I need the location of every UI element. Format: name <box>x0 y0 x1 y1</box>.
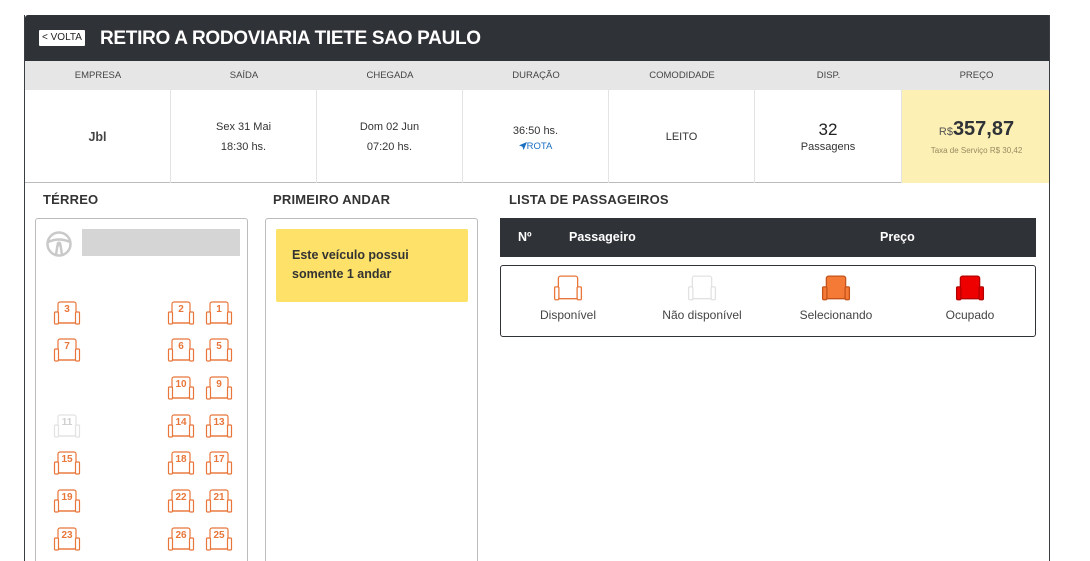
legend-item: Disponível <box>501 274 635 322</box>
availability-count: 32 <box>818 119 838 139</box>
col-duracao: DURAÇÃO <box>512 70 560 81</box>
route-label: ROTA <box>526 140 553 152</box>
arrival-cell: Dom 02 Jun 07:20 hs. <box>317 90 463 183</box>
steering-wheel-icon <box>46 231 72 257</box>
seat-7[interactable]: 7 <box>53 337 81 365</box>
section-primeiro-andar: PRIMEIRO ANDAR <box>273 192 391 207</box>
seat-icon <box>769 274 903 304</box>
seat-22[interactable]: 22 <box>167 488 195 516</box>
seat-11: 11 <box>53 413 81 441</box>
seat-17[interactable]: 17 <box>205 450 233 478</box>
legend-label: Disponível <box>539 308 597 322</box>
price: R$357,87 <box>939 116 1014 145</box>
arrival-time: 07:20 hs. <box>366 140 413 153</box>
departure-date: Sex 31 Mai <box>215 120 272 133</box>
seat-map-terreo: 3 2 1 7 6 5 10 9 11 14 13 15 18 17 19 22 21 23 26 25 <box>35 218 248 561</box>
col-disp: DISP. <box>816 70 841 81</box>
seat-1[interactable]: 1 <box>205 300 233 328</box>
col-preco: PREÇO <box>959 70 994 81</box>
departure-time: 18:30 hs. <box>220 140 267 153</box>
single-deck-notice: Este veículo possui somente 1 andar <box>276 229 468 302</box>
seat-5[interactable]: 5 <box>205 337 233 365</box>
arrival-date: Dom 02 Jun <box>359 120 420 133</box>
seat-10[interactable]: 10 <box>167 375 195 403</box>
page-title: RETIRO A RODOVIARIA TIETE SAO PAULO <box>100 28 481 49</box>
legend-label: Não disponível <box>662 308 742 322</box>
departure-cell: Sex 31 Mai 18:30 hs. <box>171 90 317 183</box>
seat-number: 6 <box>178 341 184 352</box>
seat-legend: Disponível Não disponível Selecionando Ocup… <box>500 265 1036 337</box>
col-chegada: CHEGADA <box>366 70 414 81</box>
seat-2[interactable]: 2 <box>167 300 195 328</box>
col-empresa: EMPRESA <box>74 70 122 81</box>
availability-cell: 32 Passagens <box>755 90 902 183</box>
passenger-list-header: Nº Passageiro Preço <box>500 218 1036 257</box>
seat-number: 26 <box>175 530 187 541</box>
seat-number: 3 <box>64 304 70 315</box>
col-comodidade: COMODIDADE <box>649 70 715 81</box>
price-value: 357,87 <box>952 118 1015 140</box>
route-link[interactable]: ROTA <box>518 140 553 153</box>
column-headers: EMPRESA SAÍDA CHEGADA DURAÇÃO COMODIDADE… <box>25 61 1049 90</box>
seat-icon <box>903 274 1037 304</box>
duration-value: 36:50 hs. <box>512 124 559 137</box>
seat-21[interactable]: 21 <box>205 488 233 516</box>
price-currency: R$ <box>938 126 953 138</box>
section-passenger-list: LISTA DE PASSAGEIROS <box>509 192 669 207</box>
title-bar: < VOLTA RETIRO A RODOVIARIA TIETE SAO PA… <box>25 15 1049 61</box>
seat-9[interactable]: 9 <box>205 375 233 403</box>
service-fee: Taxa de Serviço R$ 30,42 <box>930 146 1023 155</box>
back-button[interactable]: < VOLTA <box>39 30 85 46</box>
seat-19[interactable]: 19 <box>53 488 81 516</box>
legend-item: Não disponível <box>635 274 769 322</box>
seat-icon <box>501 274 635 304</box>
header-passenger: Passageiro <box>569 230 636 244</box>
seat-15[interactable]: 15 <box>53 450 81 478</box>
seat-number: 14 <box>175 417 187 428</box>
legend-label: Selecionando <box>799 308 873 322</box>
seat-13[interactable]: 13 <box>205 413 233 441</box>
seat-map-primeiro-andar: Este veículo possui somente 1 andar <box>265 218 478 561</box>
seat-icon <box>635 274 769 304</box>
seat-number: 2 <box>178 304 184 315</box>
seat-number: 17 <box>213 454 225 465</box>
seat-number: 5 <box>216 341 222 352</box>
seat-26[interactable]: 26 <box>167 526 195 554</box>
driver-area <box>82 229 240 256</box>
seat-3[interactable]: 3 <box>53 300 81 328</box>
seat-6[interactable]: 6 <box>167 337 195 365</box>
legend-label: Ocupado <box>945 308 995 322</box>
amenity-value: LEITO <box>609 90 755 183</box>
section-terreo: TÉRREO <box>43 192 99 207</box>
seat-number: 22 <box>175 492 187 503</box>
seat-number: 7 <box>64 341 70 352</box>
col-saida: SAÍDA <box>229 70 259 81</box>
duration-cell: 36:50 hs. ROTA <box>463 90 609 183</box>
seat-number: 13 <box>213 417 225 428</box>
seat-number: 15 <box>61 454 73 465</box>
legend-item: Ocupado <box>903 274 1037 322</box>
seat-number: 1 <box>216 304 222 315</box>
seat-18[interactable]: 18 <box>167 450 195 478</box>
availability-label: Passagens <box>800 140 856 153</box>
price-cell: R$357,87 Taxa de Serviço R$ 30,42 <box>902 90 1049 183</box>
trip-panel: < VOLTA RETIRO A RODOVIARIA TIETE SAO PA… <box>24 15 1050 561</box>
seat-number: 10 <box>175 379 187 390</box>
seat-number: 21 <box>213 492 225 503</box>
seat-number: 9 <box>216 379 222 390</box>
legend-item: Selecionando <box>769 274 903 322</box>
company-name: Jbl <box>25 90 171 183</box>
seat-25[interactable]: 25 <box>205 526 233 554</box>
header-number: Nº <box>518 230 532 244</box>
seat-23[interactable]: 23 <box>53 526 81 554</box>
seat-number: 23 <box>61 530 73 541</box>
route-arrow-icon <box>518 141 527 150</box>
seat-number: 25 <box>213 530 225 541</box>
seat-number: 11 <box>61 417 73 428</box>
trip-row: Jbl Sex 31 Mai 18:30 hs. Dom 02 Jun 07:2… <box>25 90 1049 183</box>
seat-14[interactable]: 14 <box>167 413 195 441</box>
seat-number: 18 <box>175 454 187 465</box>
seat-number: 19 <box>61 492 73 503</box>
header-price: Preço <box>880 230 915 244</box>
